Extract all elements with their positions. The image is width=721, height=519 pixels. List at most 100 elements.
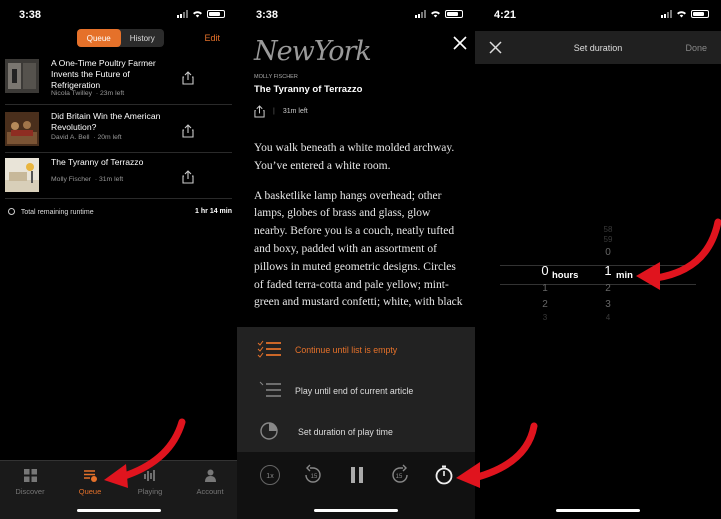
hours-unit-label: hours xyxy=(552,270,579,281)
skip-back-label: 15 xyxy=(311,474,318,480)
option-continue-until-empty[interactable]: Continue until list is empty xyxy=(237,329,475,369)
article-meta: Molly Fischer · 31m left xyxy=(51,176,124,183)
picker-value: 1 xyxy=(542,283,548,294)
player-controls: 1x 15 15 xyxy=(237,452,475,519)
picker-value: 58 xyxy=(603,225,613,234)
signal-icon xyxy=(415,10,426,18)
status-time: 3:38 xyxy=(256,9,279,21)
clock-icon xyxy=(8,208,15,215)
tab-history[interactable]: History xyxy=(121,29,165,47)
tab-label: Discover xyxy=(15,487,45,496)
skip-forward-button[interactable]: 15 xyxy=(389,464,411,486)
battery-icon xyxy=(445,10,463,18)
picker-value: 4 xyxy=(605,313,611,322)
article-title: Did Britain Win the American Revolution? xyxy=(51,111,161,132)
article-remaining: 20m left xyxy=(97,134,122,141)
list-check-icon xyxy=(257,340,281,358)
article-remaining: 31m left xyxy=(98,176,124,183)
home-indicator xyxy=(556,509,640,512)
option-label: Play until end of current article xyxy=(295,386,414,396)
divider xyxy=(5,198,232,199)
article-screen: 3:38 NewYork MOLLY FISCHER The Tyranny o… xyxy=(237,0,475,519)
minutes-unit-label: min xyxy=(616,270,633,281)
article-meta: | 31m left xyxy=(254,105,308,118)
status-bar: 4:21 xyxy=(475,0,721,28)
article-thumbnail xyxy=(5,59,39,93)
grid-icon xyxy=(23,469,37,482)
wifi-icon xyxy=(677,11,686,18)
list-item[interactable]: A One-Time Poultry Farmer Invents the Fu… xyxy=(0,53,237,105)
skip-forward-label: 15 xyxy=(396,474,403,480)
article-thumbnail xyxy=(5,158,39,192)
close-icon[interactable] xyxy=(453,36,467,50)
tab-account[interactable]: Account xyxy=(185,469,235,496)
option-label: Set duration of play time xyxy=(298,427,393,437)
home-indicator xyxy=(314,509,398,512)
picker-value: 59 xyxy=(603,235,613,244)
picker-value: 2 xyxy=(542,299,548,310)
article-author: Nicola Twilley xyxy=(51,90,93,97)
runtime-label: Total remaining runtime xyxy=(20,209,94,216)
share-icon[interactable] xyxy=(254,105,265,118)
list-item[interactable]: Did Britain Win the American Revolution?… xyxy=(0,106,237,158)
skip-back-button[interactable]: 15 xyxy=(302,464,324,486)
article-meta: Nicola Twilley · 23m left xyxy=(51,90,125,97)
article-meta: David A. Bell · 20m left xyxy=(51,134,122,141)
edit-button[interactable]: Edit xyxy=(204,33,220,43)
home-indicator xyxy=(76,509,161,512)
annotation-arrow xyxy=(456,422,538,488)
list-icon xyxy=(259,381,281,397)
pie-timer-icon xyxy=(260,422,278,440)
playback-options-sheet: Continue until list is empty Play until … xyxy=(237,327,475,452)
annotation-arrow xyxy=(104,418,186,488)
share-icon[interactable] xyxy=(182,71,194,85)
queue-icon xyxy=(83,470,97,482)
article-author: MOLLY FISCHER xyxy=(254,74,298,80)
tab-label: Account xyxy=(196,487,224,496)
modal-header: Set duration Done xyxy=(475,31,721,64)
signal-icon xyxy=(661,10,672,18)
publication-logo: NewYork xyxy=(254,36,372,67)
option-play-until-end[interactable]: Play until end of current article xyxy=(237,370,475,410)
picker-value: 2 xyxy=(605,283,611,294)
speed-label: 1x xyxy=(266,473,274,480)
paragraph: A basketlike lamp hangs overhead; other … xyxy=(254,189,463,309)
queue-history-toggle: Queue History xyxy=(77,29,164,47)
signal-icon xyxy=(177,10,188,18)
picker-value xyxy=(530,245,560,261)
tab-discover[interactable]: Discover xyxy=(5,469,55,496)
picker-value: 3 xyxy=(605,299,611,310)
playback-speed-button[interactable]: 1x xyxy=(259,464,281,486)
picker-value: 3 xyxy=(542,313,548,322)
article-remaining: 23m left xyxy=(99,90,125,97)
article-title: A One-Time Poultry Farmer Invents the Fu… xyxy=(51,58,156,90)
tab-queue[interactable]: Queue xyxy=(77,29,121,47)
runtime-summary: Total remaining runtime 1 hr 14 min xyxy=(8,208,232,216)
pause-button[interactable] xyxy=(346,464,368,486)
battery-icon xyxy=(207,10,225,18)
runtime-value: 1 hr 14 min xyxy=(195,208,232,215)
article-thumbnail xyxy=(5,112,39,146)
person-icon xyxy=(204,469,216,482)
done-button[interactable]: Done xyxy=(685,43,707,53)
wifi-icon xyxy=(431,11,440,18)
divider xyxy=(5,104,232,105)
status-time: 4:21 xyxy=(494,9,517,21)
status-time: 3:38 xyxy=(19,9,42,21)
article-author: David A. Bell xyxy=(51,134,90,141)
article-body: You walk beneath a white molded archway.… xyxy=(254,140,464,324)
share-icon[interactable] xyxy=(182,124,194,138)
option-set-duration[interactable]: Set duration of play time xyxy=(237,411,475,451)
list-item[interactable]: The Tyranny of Terrazzo Molly Fischer · … xyxy=(0,152,237,204)
status-bar: 3:38 xyxy=(237,0,475,28)
battery-icon xyxy=(691,10,709,18)
wifi-icon xyxy=(193,11,202,18)
annotation-arrow xyxy=(636,218,721,290)
article-author: Molly Fischer xyxy=(51,176,92,183)
article-title: The Tyranny of Terrazzo xyxy=(51,157,144,167)
article-remaining: 31m left xyxy=(282,108,308,115)
picker-value xyxy=(530,225,560,235)
tab-label: Queue xyxy=(78,487,102,496)
paragraph: You walk beneath a white molded archway.… xyxy=(254,142,455,172)
share-icon[interactable] xyxy=(182,170,194,184)
